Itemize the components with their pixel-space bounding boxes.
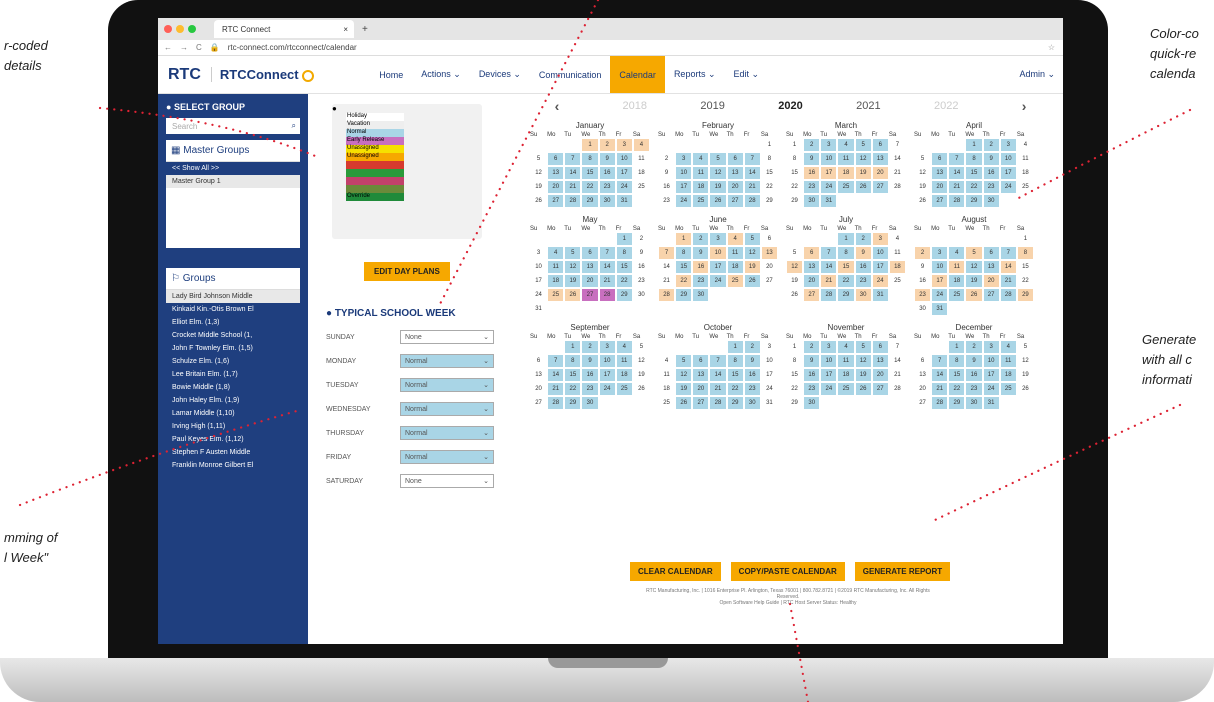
callout-dots: [18, 0, 1192, 702]
stage: r-coded details Color-co quick-re calend…: [0, 0, 1214, 702]
